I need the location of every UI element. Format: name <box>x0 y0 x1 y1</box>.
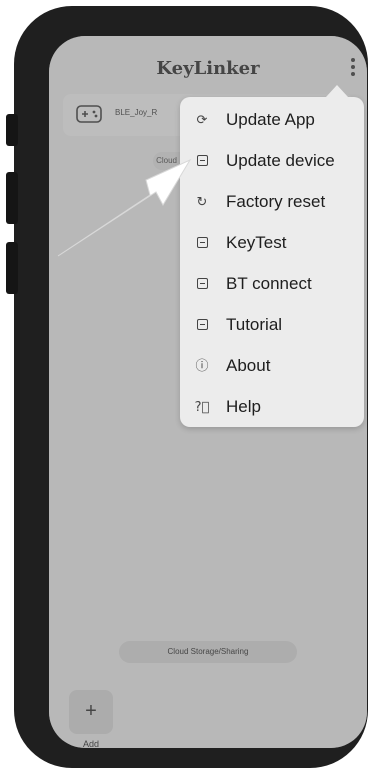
pointer-arrow <box>57 158 192 257</box>
